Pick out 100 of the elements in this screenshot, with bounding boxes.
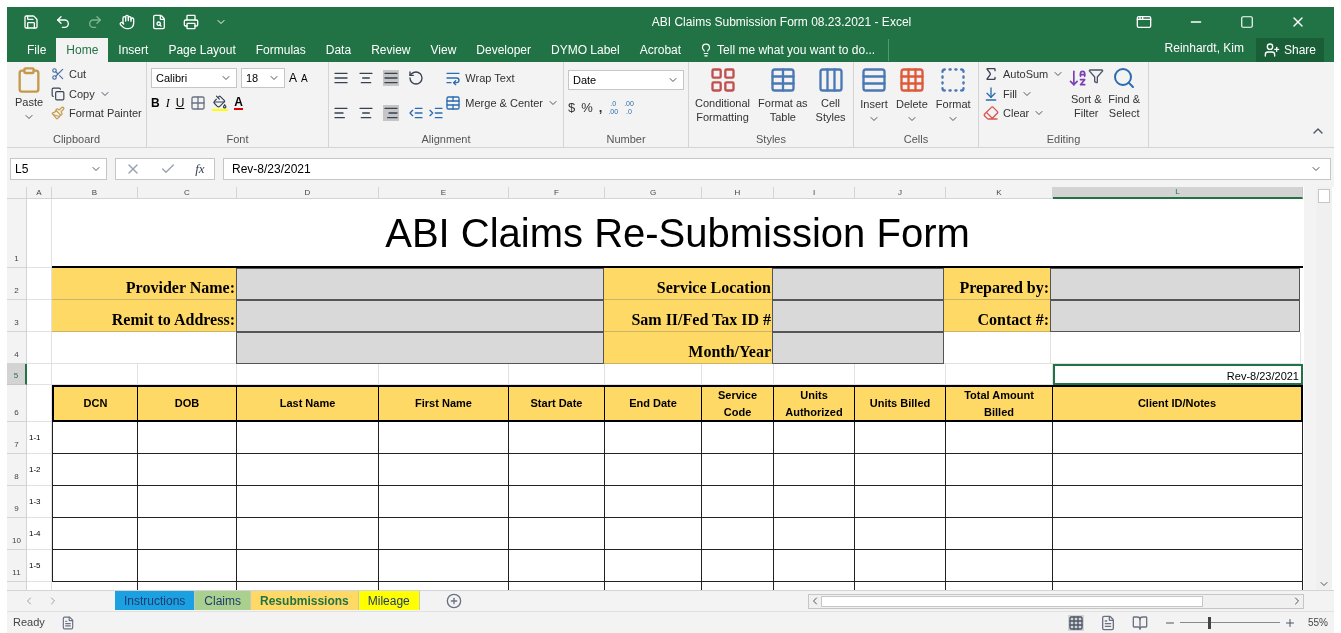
table-cell[interactable]	[702, 518, 774, 550]
input-field[interactable]	[1050, 268, 1300, 300]
copy-button[interactable]: Copy	[51, 85, 142, 102]
column-header[interactable]: B	[52, 187, 138, 199]
zoom-in-icon[interactable]	[1284, 616, 1296, 629]
input-field[interactable]	[772, 300, 944, 332]
table-cell[interactable]	[52, 486, 138, 518]
table-cell[interactable]	[1053, 518, 1303, 550]
page-layout-icon[interactable]	[1100, 614, 1116, 631]
tell-me-field[interactable]: Tell me what you want to do...	[699, 39, 890, 61]
column-header[interactable]: E	[379, 187, 509, 199]
label-cell[interactable]: Remit to Address:	[52, 300, 237, 332]
input-field[interactable]	[1050, 300, 1300, 332]
ribbon-tab[interactable]: Page Layout	[158, 38, 246, 62]
table-cell[interactable]	[605, 486, 702, 518]
top-align-icon[interactable]	[333, 70, 349, 86]
row-header[interactable]: 9	[7, 486, 27, 518]
formula-field[interactable]: Rev-8/23/2021	[223, 157, 1331, 180]
horizontal-scrollbar[interactable]	[808, 593, 1304, 609]
table-cell[interactable]	[379, 454, 509, 486]
zoom-slider-thumb[interactable]	[1208, 616, 1211, 629]
save-icon[interactable]	[23, 14, 39, 30]
column-header[interactable]: L	[1053, 187, 1303, 199]
table-cell[interactable]	[702, 550, 774, 582]
table-cell[interactable]	[605, 454, 702, 486]
ribbon-tab[interactable]: File	[17, 38, 57, 62]
table-cell[interactable]	[52, 518, 138, 550]
table-cell[interactable]	[379, 486, 509, 518]
table-cell[interactable]	[774, 518, 855, 550]
fill-color-icon[interactable]	[212, 95, 229, 111]
table-cell[interactable]	[855, 550, 946, 582]
ribbon-tab[interactable]: Review	[361, 38, 421, 62]
paste-button[interactable]: Paste	[11, 66, 47, 131]
hand-icon[interactable]	[119, 14, 135, 30]
table-cell[interactable]	[774, 550, 855, 582]
ribbon-tab[interactable]: Insert	[108, 38, 159, 62]
column-header[interactable]: H	[702, 187, 774, 199]
column-header[interactable]: C	[138, 187, 237, 199]
cell[interactable]: 1-2	[27, 454, 52, 486]
vertical-scrollbar[interactable]	[1304, 187, 1332, 590]
merge-center-button[interactable]: Merge & Center	[445, 94, 559, 111]
table-cell[interactable]	[237, 550, 379, 582]
table-cell[interactable]	[379, 550, 509, 582]
font-name-field[interactable]: Calibri	[151, 68, 237, 88]
styles-button[interactable]: Cell Styles	[813, 66, 848, 131]
table-cell[interactable]	[138, 454, 237, 486]
normal-view-icon[interactable]	[1068, 614, 1084, 631]
table-cell[interactable]	[237, 518, 379, 550]
table-cell[interactable]	[605, 422, 702, 454]
table-cell[interactable]	[509, 486, 605, 518]
cell[interactable]	[27, 199, 52, 268]
italic-button[interactable]: I	[165, 94, 170, 112]
format-painter-button[interactable]: Format Painter	[51, 105, 142, 122]
table-cell[interactable]	[702, 454, 774, 486]
input-field[interactable]	[772, 332, 944, 364]
ribbon-tab[interactable]: Acrobat	[629, 38, 692, 62]
row-header[interactable]: 11	[7, 550, 27, 582]
cell[interactable]: 1-3	[27, 486, 52, 518]
row-header[interactable]: 10	[7, 518, 27, 550]
name-box[interactable]: L5	[10, 157, 107, 180]
cells-button[interactable]: Insert	[858, 66, 890, 131]
bottom-align-icon[interactable]	[383, 70, 400, 86]
number-format-field[interactable]: Date	[568, 70, 684, 90]
table-cell[interactable]	[702, 486, 774, 518]
label-cell[interactable]: Service Location	[604, 268, 773, 300]
column-header[interactable]: D	[237, 187, 379, 199]
table-cell[interactable]	[138, 422, 237, 454]
sort-filter-button[interactable]: Sort & Filter	[1068, 66, 1105, 131]
table-cell[interactable]	[52, 422, 138, 454]
sheet-tab[interactable]: Instructions	[115, 591, 196, 610]
label-cell[interactable]: Prepared by:	[944, 268, 1051, 300]
table-cell[interactable]	[237, 454, 379, 486]
styles-button[interactable]: Format as Table	[756, 66, 810, 131]
scroll-thumb[interactable]	[1318, 189, 1330, 203]
fill-button[interactable]: Fill	[983, 85, 1065, 102]
row-header[interactable]: 2	[7, 268, 27, 300]
bold-button[interactable]: B	[151, 94, 160, 112]
share-button[interactable]: Share	[1255, 38, 1324, 62]
table-cell[interactable]	[855, 486, 946, 518]
ribbon-tab[interactable]: Home	[56, 38, 109, 62]
input-field[interactable]	[236, 332, 604, 364]
cell[interactable]	[27, 364, 52, 385]
table-cell[interactable]	[509, 422, 605, 454]
ribbon-tab[interactable]: Formulas	[245, 38, 316, 62]
percent-button[interactable]: %	[581, 98, 593, 118]
label-cell[interactable]: Contact #:	[944, 300, 1051, 332]
page-break-icon[interactable]	[1132, 614, 1148, 631]
ribbon-display-icon[interactable]	[1136, 14, 1152, 30]
clear-button[interactable]: Clear	[983, 105, 1065, 122]
macro-recording-icon[interactable]	[60, 615, 75, 630]
styles-button[interactable]: Conditional Formatting	[693, 66, 753, 131]
table-cell[interactable]	[774, 454, 855, 486]
table-cell[interactable]	[946, 518, 1053, 550]
input-field[interactable]	[236, 268, 604, 300]
row-header[interactable]: 3	[7, 300, 27, 332]
label-cell[interactable]: Month/Year	[604, 332, 773, 364]
input-field[interactable]	[236, 300, 604, 332]
table-cell[interactable]	[946, 486, 1053, 518]
cell[interactable]: 1-4	[27, 518, 52, 550]
row-header[interactable]: 8	[7, 454, 27, 486]
